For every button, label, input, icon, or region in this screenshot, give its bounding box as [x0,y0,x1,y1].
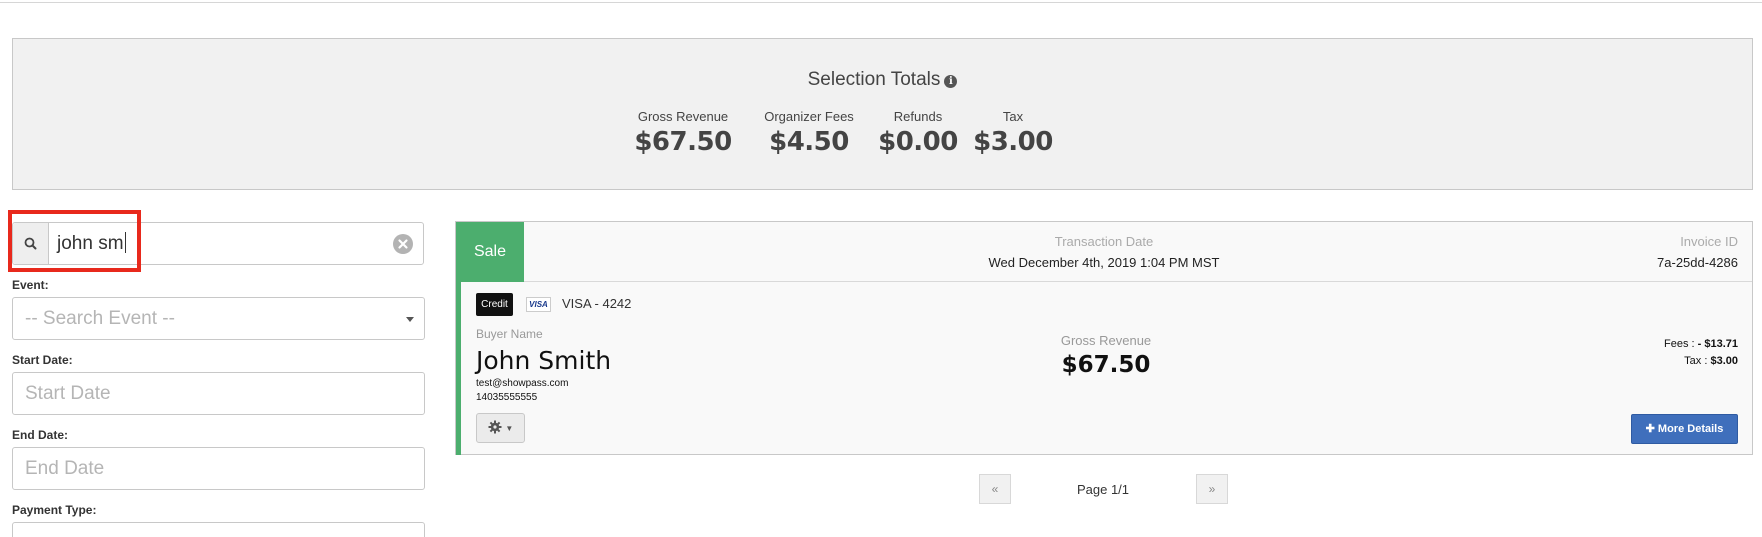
gear-icon [488,420,502,434]
close-icon [398,239,408,249]
stat-value: $67.50 [634,127,732,157]
stat-refunds: Refunds $0.00 [873,109,963,157]
fees-label: Fees : [1664,338,1698,350]
stat-label: Refunds [893,109,943,124]
end-date-placeholder: End Date [25,458,105,479]
stat-value: $3.00 [973,127,1053,157]
end-date-label: End Date: [12,428,69,442]
tax-label: Tax : [1684,355,1711,367]
start-date-label: Start Date: [12,353,73,367]
buyer-name: John Smith [476,346,612,375]
stat-tax: Tax $3.00 [973,109,1053,157]
payment-type-label: Payment Type: [12,503,97,517]
plus-icon: ✚ [1645,423,1655,435]
next-page-button[interactable]: » [1196,474,1228,504]
caret-down-icon: ▼ [505,424,514,433]
event-select-placeholder: -- Search Event -- [25,308,175,329]
stat-organizer-fees: Organizer Fees $4.50 [754,109,864,157]
stat-value: $4.50 [769,127,849,157]
start-date-input[interactable]: Start Date [12,372,425,415]
more-details-label: More Details [1657,423,1724,435]
event-label: Event: [12,278,49,292]
gross-revenue-value: $67.50 [1061,352,1151,378]
tax-value: $3.00 [1710,355,1738,367]
top-divider [0,2,1762,3]
transaction-date-label: Transaction Date [1054,234,1154,249]
fees-line: Fees : - $13.71 [1664,338,1738,350]
start-date-placeholder: Start Date [25,383,111,404]
previous-page-button[interactable]: « [979,474,1011,504]
end-date-input[interactable]: End Date [12,447,425,490]
transaction-date: Wed December 4th, 2019 1:04 PM MST [988,255,1220,270]
event-select[interactable]: -- Search Event -- [12,297,425,340]
actions-dropdown-button[interactable]: ▼ [476,413,525,443]
page-indicator: Page 1/1 [1076,482,1130,497]
stat-value: $0.00 [878,127,958,157]
stat-gross-revenue: Gross Revenue $67.50 [623,109,743,157]
fees-value: - $13.71 [1697,338,1738,350]
stat-label: Gross Revenue [637,109,729,124]
gross-revenue-label: Gross Revenue [1060,333,1152,348]
buyer-email: test@showpass.com [476,378,569,389]
more-details-button[interactable]: ✚ More Details [1631,414,1738,444]
clear-search-button[interactable] [393,234,413,254]
buyer-name-label: Buyer Name [476,327,543,341]
sale-badge: Sale [456,222,524,282]
buyer-phone: 14035555555 [476,392,538,403]
selection-totals-title: Selection Totals i [13,69,1752,91]
transaction-card: Sale Transaction Date Wed December 4th, … [455,221,1753,455]
tax-line: Tax : $3.00 [1684,355,1738,367]
payment-type-select[interactable] [12,522,425,537]
invoice-id: 7a-25dd-4286 [1657,255,1738,270]
payment-type-badge: Credit [476,293,513,316]
stat-label: Organizer Fees [764,109,854,124]
chevron-down-icon [406,317,414,322]
status-bar [456,282,461,455]
visa-card-icon: VISA [526,297,551,312]
card-label: VISA - 4242 [562,296,632,311]
selection-totals-panel: Selection Totals i Gross Revenue $67.50 O… [12,38,1753,190]
transaction-header: Sale Transaction Date Wed December 4th, … [456,222,1752,282]
selection-totals-label: Selection Totals [807,69,941,90]
stat-label: Tax [1002,109,1024,124]
info-icon[interactable]: i [944,75,958,88]
invoice-id-label: Invoice ID [1680,234,1738,249]
annotation-highlight-box [8,210,141,272]
